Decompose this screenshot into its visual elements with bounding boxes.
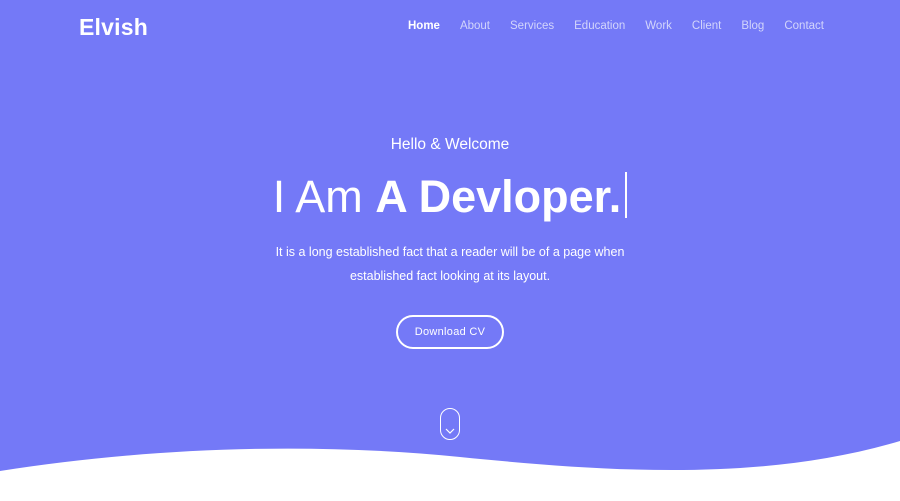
typing-cursor (625, 172, 628, 218)
headline-prefix: I Am (272, 171, 376, 222)
nav-item-contact[interactable]: Contact (784, 20, 824, 32)
description-line-1: It is a long established fact that a rea… (275, 245, 625, 259)
nav-item-client[interactable]: Client (692, 20, 721, 32)
nav-item-home[interactable]: Home (408, 20, 440, 32)
nav-item-about[interactable]: About (460, 20, 490, 32)
nav-item-education[interactable]: Education (574, 20, 625, 32)
description-line-2: established fact looking at its layout. (349, 269, 551, 283)
hero-greeting: Hello & Welcome (390, 136, 510, 153)
nav-menu: Home About Services Education Work Clien… (398, 20, 834, 32)
hero-section: Elvish Home About Services Education Wor… (0, 0, 900, 501)
scroll-down-button[interactable] (440, 408, 460, 440)
wave-divider (0, 441, 900, 501)
headline-role: A Devloper. (375, 171, 622, 222)
hero-headline: I Am A Devloper. (0, 168, 900, 226)
nav-item-blog[interactable]: Blog (741, 20, 764, 32)
nav-item-services[interactable]: Services (510, 20, 554, 32)
brand-logo[interactable]: Elvish (79, 14, 148, 41)
chevron-down-icon (445, 428, 455, 434)
download-cv-button[interactable]: Download CV (396, 315, 504, 349)
nav-item-work[interactable]: Work (645, 20, 672, 32)
navbar: Elvish Home About Services Education Wor… (0, 0, 900, 56)
hero-description: It is a long established fact that a rea… (0, 240, 900, 288)
